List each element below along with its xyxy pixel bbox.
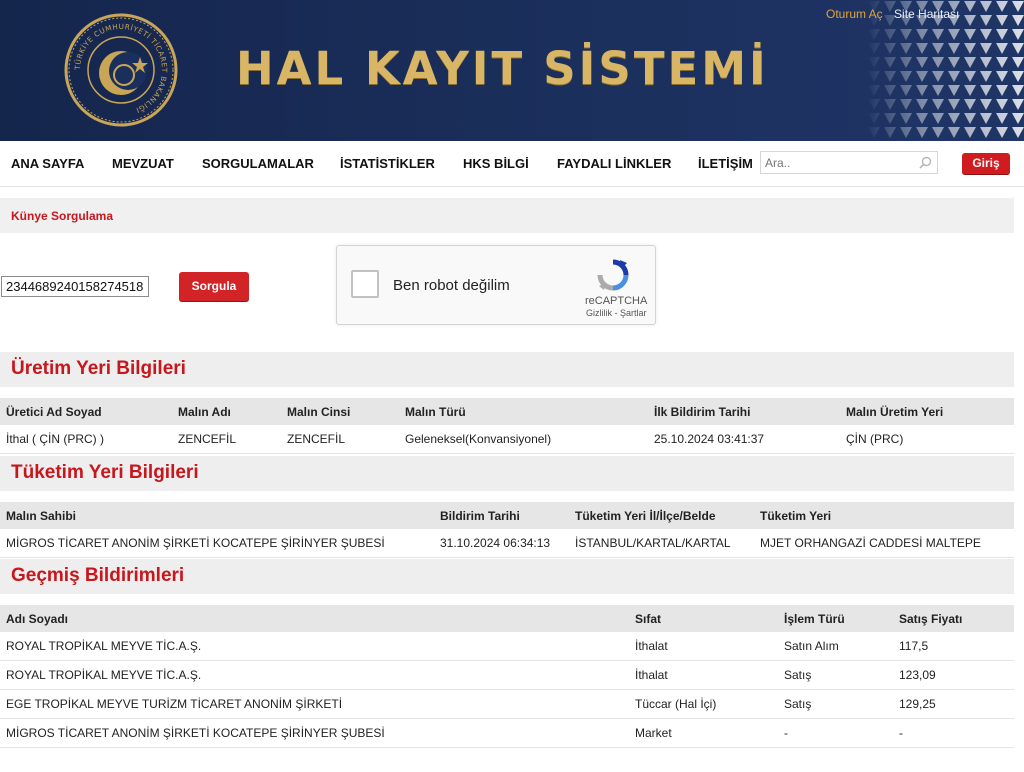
history-section-title: Geçmiş Bildirimleri — [11, 565, 185, 586]
search-box — [760, 151, 938, 174]
nav-item-useful-links[interactable]: FAYDALI LİNKLER — [557, 156, 671, 171]
header-top-links: Oturum Aç Site Haritası — [826, 7, 959, 21]
nav-item-legislation[interactable]: MEVZUAT — [112, 156, 174, 171]
nav-item-statistics[interactable]: İSTATİSTİKLER — [340, 156, 435, 171]
table-header-row: Adı Soyadı Sıfat İşlem Türü Satış Fiyatı — [0, 605, 1014, 632]
table-cell: ÇİN (PRC) — [840, 425, 1014, 454]
logo-text-part-2: SİSTEMİ — [543, 42, 769, 95]
column-header: Satış Fiyatı — [893, 605, 1014, 632]
table-cell: ROYAL TROPİKAL MEYVE TİC.A.Ş. — [0, 632, 629, 661]
table-cell: EGE TROPİKAL MEYVE TURİZM TİCARET ANONİM… — [0, 689, 629, 719]
column-header: Malın Sahibi — [0, 502, 434, 529]
recaptcha-widget: Ben robot değilim reCAPTCHA Gizlilik - Ş… — [336, 245, 656, 325]
history-section-header: Geçmiş Bildirimleri — [0, 559, 1014, 594]
column-header: Bildirim Tarihi — [434, 502, 569, 529]
nav-item-home[interactable]: ANA SAYFA — [11, 156, 84, 171]
nav-item-hks-info[interactable]: HKS BİLGİ — [463, 156, 529, 171]
table-cell: ZENCEFİL — [172, 425, 281, 454]
recaptcha-links: Gizlilik - Şartlar — [586, 308, 647, 318]
table-cell: 123,09 — [893, 660, 1014, 690]
logo-text-part-1: HAL KAYIT — [236, 42, 526, 95]
nav-item-queries[interactable]: SORGULAMALAR — [202, 156, 314, 171]
column-header: Malın Adı — [172, 398, 281, 425]
table-cell: Satış — [778, 689, 893, 719]
table-cell: MİGROS TİCARET ANONİM ŞİRKETİ KOCATEPE Ş… — [0, 718, 629, 748]
table-row: MİGROS TİCARET ANONİM ŞİRKETİ KOCATEPE Ş… — [0, 529, 1014, 558]
table-cell: 129,25 — [893, 689, 1014, 719]
table-cell: İthal ( ÇİN (PRC) ) — [0, 425, 172, 454]
column-header: Tüketim Yeri İl/İlçe/Belde — [569, 502, 754, 529]
table-cell: 25.10.2024 03:41:37 — [648, 425, 840, 454]
table-header-row: Üretici Ad Soyad Malın Adı Malın Cinsi M… — [0, 398, 1014, 425]
query-title: Künye Sorgulama — [11, 209, 114, 223]
table-cell: Geleneksel(Konvansiyonel) — [399, 425, 648, 454]
ministry-seal-logo[interactable]: TÜRKİYE CUMHURİYETİ TİCARET BAKANLIĞI — [64, 13, 178, 127]
production-section-title: Üretim Yeri Bilgileri — [11, 358, 186, 379]
column-header: İşlem Türü — [778, 605, 893, 632]
history-table: Adı Soyadı Sıfat İşlem Türü Satış Fiyatı… — [0, 605, 1014, 748]
recaptcha-logo-icon — [597, 259, 629, 291]
sitemap-link[interactable]: Site Haritası — [894, 7, 959, 21]
table-row: MİGROS TİCARET ANONİM ŞİRKETİ KOCATEPE Ş… — [0, 718, 1014, 748]
table-cell: - — [778, 718, 893, 748]
table-cell: - — [893, 718, 1014, 748]
search-icon[interactable] — [919, 156, 932, 169]
table-cell: İthalat — [629, 660, 778, 690]
table-cell: İSTANBUL/KARTAL/KARTAL — [569, 529, 754, 558]
table-row: ROYAL TROPİKAL MEYVE TİC.A.Ş. İthalat Sa… — [0, 632, 1014, 661]
table-row: İthal ( ÇİN (PRC) ) ZENCEFİL ZENCEFİL Ge… — [0, 425, 1014, 454]
table-header-row: Malın Sahibi Bildirim Tarihi Tüketim Yer… — [0, 502, 1014, 529]
recaptcha-separator: - — [614, 308, 618, 318]
column-header: İlk Bildirim Tarihi — [648, 398, 840, 425]
column-header: Üretici Ad Soyad — [0, 398, 172, 425]
query-panel-header: Künye Sorgulama — [0, 198, 1014, 233]
site-header: TÜRKİYE CUMHURİYETİ TİCARET BAKANLIĞI HA… — [0, 0, 1024, 141]
table-cell: MJET ORHANGAZİ CADDESİ MALTEPE — [754, 529, 1014, 558]
search-input[interactable] — [761, 152, 919, 173]
recaptcha-privacy-link[interactable]: Gizlilik — [586, 308, 612, 318]
consumption-table: Malın Sahibi Bildirim Tarihi Tüketim Yer… — [0, 502, 1014, 558]
column-header: Malın Cinsi — [281, 398, 399, 425]
site-logo-text[interactable]: HAL KAYIT SİSTEMİ — [236, 44, 769, 94]
login-link[interactable]: Oturum Aç — [826, 7, 883, 21]
production-section-header: Üretim Yeri Bilgileri — [0, 352, 1014, 387]
table-row: ROYAL TROPİKAL MEYVE TİC.A.Ş. İthalat Sa… — [0, 660, 1014, 690]
tag-number-input[interactable] — [1, 276, 149, 297]
table-cell: Satın Alım — [778, 632, 893, 661]
production-table: Üretici Ad Soyad Malın Adı Malın Cinsi M… — [0, 398, 1014, 454]
table-cell: Tüccar (Hal İçi) — [629, 689, 778, 719]
table-cell: 31.10.2024 06:34:13 — [434, 529, 569, 558]
recaptcha-checkbox[interactable] — [351, 270, 379, 298]
table-cell: Satış — [778, 660, 893, 690]
column-header: Tüketim Yeri — [754, 502, 1014, 529]
login-button[interactable]: Giriş — [962, 153, 1010, 174]
table-cell: ZENCEFİL — [281, 425, 399, 454]
table-row: EGE TROPİKAL MEYVE TURİZM TİCARET ANONİM… — [0, 689, 1014, 719]
table-cell: 117,5 — [893, 632, 1014, 661]
column-header: Adı Soyadı — [0, 605, 629, 632]
consumption-section-title: Tüketim Yeri Bilgileri — [11, 462, 199, 483]
table-cell: Market — [629, 718, 778, 748]
column-header: Malın Türü — [399, 398, 648, 425]
column-header: Malın Üretim Yeri — [840, 398, 1014, 425]
table-cell: İthalat — [629, 632, 778, 661]
query-button[interactable]: Sorgula — [179, 272, 249, 301]
triangle-pattern-decoration — [866, 0, 1024, 141]
recaptcha-terms-link[interactable]: Şartlar — [620, 308, 647, 318]
table-cell: ROYAL TROPİKAL MEYVE TİC.A.Ş. — [0, 660, 629, 690]
recaptcha-label: Ben robot değilim — [393, 277, 510, 294]
consumption-section-header: Tüketim Yeri Bilgileri — [0, 456, 1014, 491]
recaptcha-brand: reCAPTCHA — [585, 295, 648, 307]
table-cell: MİGROS TİCARET ANONİM ŞİRKETİ KOCATEPE Ş… — [0, 529, 434, 558]
nav-item-contact[interactable]: İLETİŞİM — [698, 156, 753, 171]
column-header: Sıfat — [629, 605, 778, 632]
